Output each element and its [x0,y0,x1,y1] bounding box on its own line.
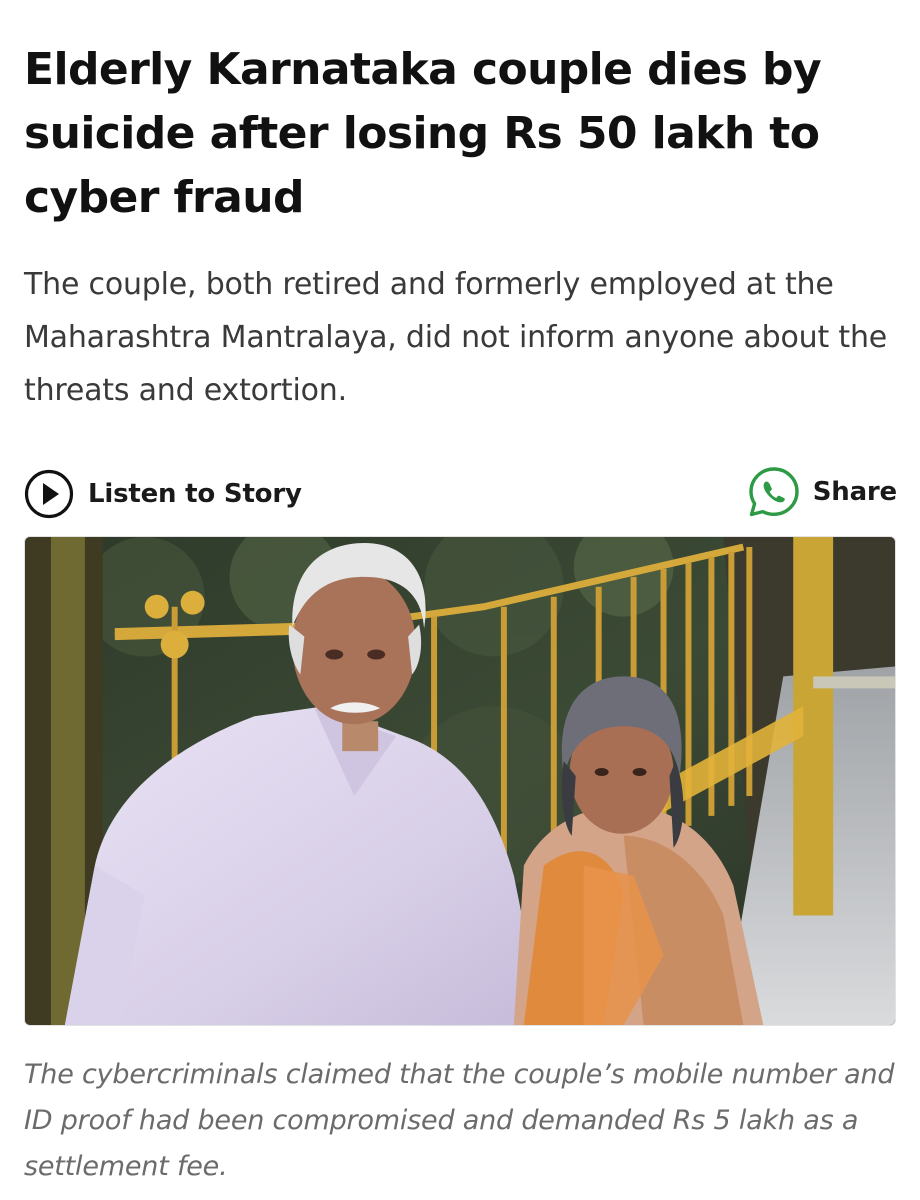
article-summary: The couple, both retired and formerly em… [24,267,888,408]
play-circle-icon [24,469,74,519]
headline: Elderly Karnataka couple dies by suicide… [24,44,822,223]
photo-caption: The cybercriminals claimed that the coup… [24,1059,895,1182]
whatsapp-icon [749,467,799,517]
listen-to-story-button[interactable]: Listen to Story [24,469,302,519]
listen-label: Listen to Story [88,479,302,509]
elderly-couple-photo [25,537,895,1025]
share-button[interactable]: Share [747,465,897,519]
article-photo [24,536,896,1026]
share-label: Share [812,477,897,507]
article: Elderly Karnataka couple dies by suicide… [0,0,920,1200]
article-actions: Listen to Story Share [24,465,897,523]
